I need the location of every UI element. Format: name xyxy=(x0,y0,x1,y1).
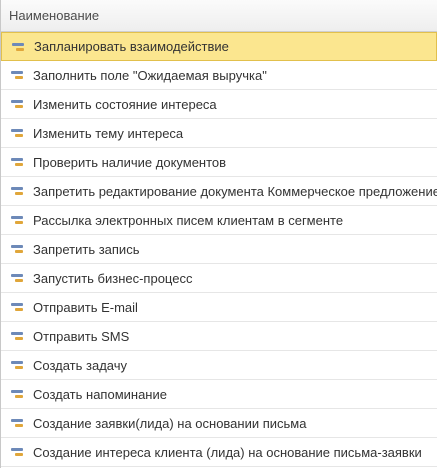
list-item[interactable]: Запустить бизнес-процесс xyxy=(1,264,437,293)
action-icon xyxy=(11,70,23,80)
action-icon xyxy=(11,447,23,457)
action-icon xyxy=(12,42,24,52)
list-item[interactable]: Изменить состояние интереса xyxy=(1,90,437,119)
list-item-label: Создание заявки(лида) на основании письм… xyxy=(33,415,307,431)
action-icon xyxy=(11,215,23,225)
list-item-label: Изменить состояние интереса xyxy=(33,96,217,112)
list-item-label: Рассылка электронных писем клиентам в се… xyxy=(33,212,344,228)
list-item[interactable]: Создание заявки(лида) на основании письм… xyxy=(1,409,437,438)
action-icon xyxy=(11,389,23,399)
list-item-label: Создать задачу xyxy=(33,357,128,373)
list-item-label: Запретить запись xyxy=(33,241,140,257)
list-item[interactable]: Запретить запись xyxy=(1,235,437,264)
list-item-label: Изменить тему интереса xyxy=(33,125,184,141)
list-item[interactable]: Отправить E-mail xyxy=(1,293,437,322)
list-item[interactable]: Проверить наличие документов xyxy=(1,148,437,177)
list-item[interactable]: Отправить SMS xyxy=(1,322,437,351)
list-item[interactable]: Запретить редактирование документа Комме… xyxy=(1,177,437,206)
action-icon xyxy=(11,273,23,283)
list-item[interactable]: Создать задачу xyxy=(1,351,437,380)
list-rows: Запланировать взаимодействие Заполнить п… xyxy=(1,32,437,467)
action-icon xyxy=(11,360,23,370)
action-icon xyxy=(11,331,23,341)
action-icon xyxy=(11,186,23,196)
list-item-label: Создать напоминание xyxy=(33,386,167,402)
list-item-label: Создание интереса клиента (лида) на осно… xyxy=(33,444,422,460)
list-item[interactable]: Создать напоминание xyxy=(1,380,437,409)
action-icon xyxy=(11,157,23,167)
action-icon xyxy=(11,244,23,254)
list-item-label: Отправить E-mail xyxy=(33,299,138,315)
list-item-label: Запустить бизнес-процесс xyxy=(33,270,193,286)
action-icon xyxy=(11,418,23,428)
list-item[interactable]: Изменить тему интереса xyxy=(1,119,437,148)
action-icon xyxy=(11,302,23,312)
list-item[interactable]: Заполнить поле "Ожидаемая выручка" xyxy=(1,61,437,90)
list-item[interactable]: Запланировать взаимодействие xyxy=(1,32,437,61)
list-item-label: Отправить SMS xyxy=(33,328,130,344)
list-item-label: Запланировать взаимодействие xyxy=(34,39,229,54)
action-icon xyxy=(11,128,23,138)
column-header-label: Наименование xyxy=(9,8,100,23)
list-item[interactable]: Рассылка электронных писем клиентам в се… xyxy=(1,206,437,235)
action-icon xyxy=(11,99,23,109)
list-item[interactable]: Создание интереса клиента (лида) на осно… xyxy=(1,438,437,467)
list-item-label: Заполнить поле "Ожидаемая выручка" xyxy=(33,67,267,83)
column-header-name[interactable]: Наименование xyxy=(1,0,437,32)
list-item-label: Запретить редактирование документа Комме… xyxy=(33,183,437,199)
action-list: Наименование Запланировать взаимодействи… xyxy=(0,0,437,468)
list-item-label: Проверить наличие документов xyxy=(33,154,227,170)
